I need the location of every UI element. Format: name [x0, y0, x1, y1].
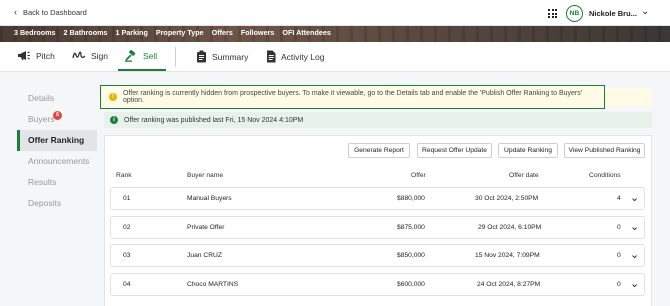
- sidebar-item-results[interactable]: Results: [17, 172, 97, 193]
- warning-text: Offer ranking is currently hidden from p…: [122, 90, 583, 104]
- row-offer: $600,000: [397, 281, 425, 288]
- attr-followers: Followers: [240, 28, 275, 37]
- sidebar-item-announcements[interactable]: Announcements: [17, 151, 97, 172]
- chevron-down-icon[interactable]: ⌄: [630, 220, 639, 233]
- chevron-down-icon[interactable]: ⌄: [630, 277, 639, 290]
- chevron-down-icon[interactable]: ⌄: [641, 6, 649, 17]
- row-rank: 01: [123, 195, 131, 202]
- row-date: 15 Nov 2024, 7:09PM: [475, 252, 540, 259]
- col-header-offer-date: Offer date: [509, 172, 539, 179]
- attr-property-type: Property Type: [155, 28, 204, 37]
- attr-bathrooms: 2 Bathrooms: [63, 28, 108, 37]
- user-name[interactable]: Nickole Bru...: [589, 9, 637, 18]
- tool-pitch[interactable]: Pitch: [17, 50, 55, 61]
- tool-sell[interactable]: Sell: [124, 50, 157, 62]
- published-banner: i Offer ranking was published last Fri, …: [104, 112, 652, 128]
- chevron-left-icon: ‹: [14, 7, 17, 17]
- grid-icon[interactable]: [548, 9, 557, 18]
- attr-parking: 1 Parking: [115, 28, 148, 37]
- published-text: Offer ranking was published last Fri, 15…: [124, 116, 304, 124]
- row-date: 24 Oct 2024, 8:27PM: [477, 281, 541, 288]
- row-conditions: 0: [617, 224, 621, 231]
- row-rank: 02: [123, 224, 131, 231]
- tool-activity-log[interactable]: Activity Log: [266, 50, 324, 63]
- sidebar-item-label: Buyers: [28, 114, 55, 124]
- sidebar-item-details[interactable]: Details: [17, 88, 97, 109]
- table-row[interactable]: 01 Manual Buyers $880,000 30 Oct 2024, 2…: [110, 187, 645, 210]
- col-header-rank: Rank: [116, 172, 132, 179]
- col-header-offer: Offer: [411, 172, 426, 179]
- row-offer: $850,000: [397, 252, 425, 259]
- back-to-dashboard-link[interactable]: ‹ Back to Dashboard: [14, 7, 87, 17]
- row-buyer: Juan CRUZ: [187, 252, 222, 259]
- row-conditions: 0: [617, 281, 621, 288]
- warning-icon: !: [109, 93, 117, 101]
- tool-sell-label: Sell: [143, 51, 158, 61]
- buyers-count-badge: 6: [53, 111, 62, 120]
- row-rank: 03: [123, 252, 131, 259]
- row-date: 30 Oct 2024, 2:50PM: [475, 195, 539, 202]
- table-row[interactable]: 03 Juan CRUZ $850,000 15 Nov 2024, 7:09P…: [110, 244, 645, 267]
- toolbar-divider: [175, 47, 176, 67]
- document-icon: [267, 50, 276, 63]
- table-row[interactable]: 02 Private Offer $875,000 29 Oct 2024, 6…: [110, 216, 645, 239]
- sidebar-item-offer-ranking[interactable]: Offer Ranking: [17, 130, 97, 151]
- tool-summary-label: Summary: [212, 51, 249, 62]
- row-buyer: Choco MARTINS: [187, 281, 239, 288]
- table-row[interactable]: 04 Choco MARTINS $600,000 24 Oct 2024, 8…: [110, 273, 645, 296]
- row-buyer: Private Offer: [187, 224, 225, 231]
- attr-ofi-attendees: OFI Attendees: [282, 28, 331, 37]
- attr-offers: Offers: [211, 28, 233, 37]
- sidebar-item-label: Results: [28, 177, 57, 187]
- chevron-down-icon[interactable]: ⌄: [630, 248, 639, 261]
- workflow-toolbar: Pitch Sign Sell Summary Activity Log: [0, 42, 670, 72]
- tool-activity-log-label: Activity Log: [281, 51, 325, 62]
- row-conditions: 4: [617, 195, 621, 202]
- sidebar-item-label: Announcements: [28, 156, 90, 166]
- row-rank: 04: [123, 281, 131, 288]
- sidebar-item-deposits[interactable]: Deposits: [17, 193, 97, 214]
- chevron-down-icon[interactable]: ⌄: [630, 191, 639, 204]
- row-date: 29 Oct 2024, 6:10PM: [478, 224, 542, 231]
- active-tab-indicator: [118, 69, 166, 71]
- row-offer: $880,000: [397, 195, 425, 202]
- request-offer-update-button[interactable]: Request Offer Update: [417, 143, 492, 158]
- tool-pitch-label: Pitch: [36, 50, 55, 61]
- avatar[interactable]: NB: [566, 5, 583, 22]
- row-offer: $875,000: [397, 224, 425, 231]
- tool-sign-label: Sign: [91, 50, 109, 61]
- attr-bedrooms: 3 Bedrooms: [14, 28, 56, 37]
- sidebar-item-label: Deposits: [28, 198, 62, 208]
- back-label: Back to Dashboard: [23, 7, 87, 17]
- sell-sidebar: Details Buyers 6 Offer Ranking Announcem…: [17, 88, 97, 214]
- view-published-ranking-button[interactable]: View Published Ranking: [564, 143, 645, 158]
- col-header-buyer-name: Buyer name: [187, 172, 224, 179]
- property-attributes: 3 Bedrooms 2 Bathrooms 1 Parking Propert…: [14, 28, 331, 37]
- megaphone-icon: [18, 51, 30, 60]
- warning-banner-background: [605, 88, 652, 106]
- top-bar: ‹ Back to Dashboard NB Nickole Bru... ⌄: [0, 0, 670, 26]
- update-ranking-button[interactable]: Update Ranking: [498, 143, 558, 158]
- gavel-icon: [125, 50, 136, 62]
- col-header-conditions: Conditions: [589, 172, 621, 179]
- clipboard-icon: [197, 50, 206, 63]
- info-icon: i: [110, 116, 118, 124]
- sidebar-item-buyers[interactable]: Buyers 6: [17, 109, 97, 130]
- signature-icon: [72, 51, 86, 59]
- tool-summary[interactable]: Summary: [196, 50, 248, 63]
- generate-report-button[interactable]: Generate Report: [348, 143, 410, 158]
- sidebar-item-label: Offer Ranking: [28, 135, 85, 145]
- warning-banner: ! Offer ranking is currently hidden from…: [100, 85, 605, 109]
- row-conditions: 0: [617, 252, 621, 259]
- sidebar-item-label: Details: [28, 93, 54, 103]
- tool-sign[interactable]: Sign: [72, 50, 108, 61]
- row-buyer: Manual Buyers: [187, 195, 232, 202]
